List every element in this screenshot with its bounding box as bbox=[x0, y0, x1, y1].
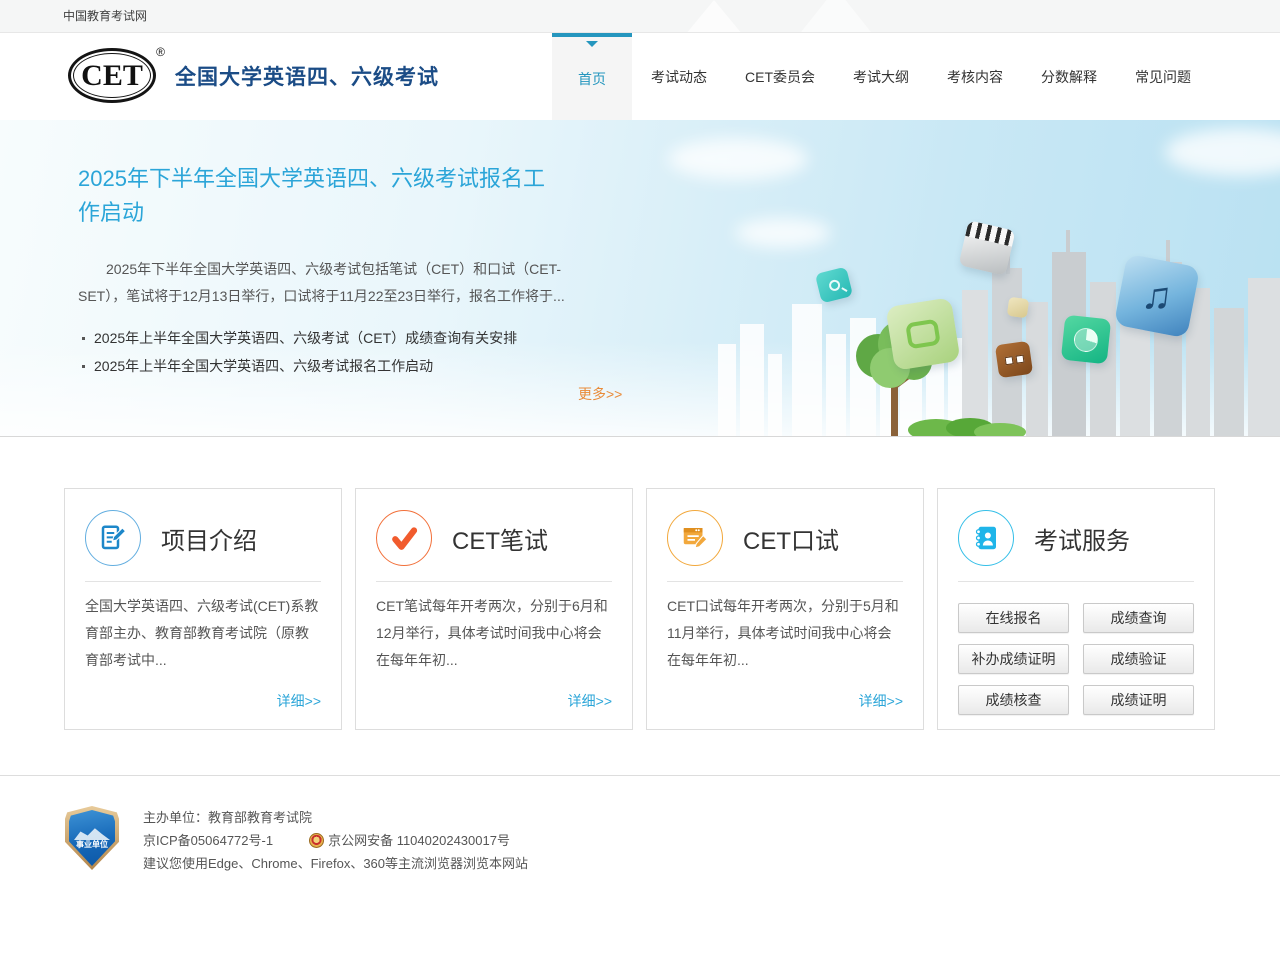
nav-item-exam-outline[interactable]: 考试大纲 bbox=[834, 33, 928, 120]
hero-banner: ♫ 2025年下半年全国大学英语四、六级考试报名工作启动 2025年下半年全国大… bbox=[0, 120, 1280, 437]
brand-home-link[interactable]: CET ® 全国大学英语四、六级考试 bbox=[68, 48, 439, 103]
topbar-site-link[interactable]: 中国教育考试网 bbox=[63, 0, 147, 33]
decor-cube-speech bbox=[885, 297, 960, 371]
cet-logo-text: CET bbox=[81, 59, 143, 93]
cards-section: 项目介绍 全国大学英语四、六级考试(CET)系教育部主办、教育部教育考试院（原教… bbox=[0, 437, 1280, 776]
score-certificate-button[interactable]: 成绩证明 bbox=[1083, 685, 1194, 715]
score-recheck-button[interactable]: 成绩核查 bbox=[958, 685, 1069, 715]
checkmark-icon bbox=[376, 510, 432, 566]
card-project-intro: 项目介绍 全国大学英语四、六级考试(CET)系教育部主办、教育部教育考试院（原教… bbox=[64, 488, 342, 730]
card-exam-services: 考试服务 在线报名 成绩查询 补办成绩证明 成绩验证 成绩核查 成绩证明 bbox=[937, 488, 1215, 730]
card-head: 项目介绍 bbox=[85, 489, 321, 581]
card-title: 项目介绍 bbox=[161, 521, 257, 556]
shield-icon: 事业单位 bbox=[69, 810, 115, 866]
contact-book-icon bbox=[958, 510, 1014, 566]
mountain-watermark-icon bbox=[676, 0, 752, 33]
icp-filing-link[interactable]: 京ICP备05064772号-1 bbox=[143, 829, 273, 852]
detail-link[interactable]: 详细>> bbox=[568, 691, 612, 711]
card-title: 考试服务 bbox=[1034, 521, 1130, 556]
hero-headline-link[interactable]: 2025年下半年全国大学英语四、六级考试报名工作启动 bbox=[78, 162, 556, 230]
pie-chart-icon bbox=[1073, 326, 1099, 352]
footer: 事业单位 主办单位：教育部教育考试院 京ICP备05064772号-1 京公网安… bbox=[0, 776, 1280, 875]
card-cet-oral-test: CET口试 CET口试每年开考两次，分别于5月和11月举行，具体考试时间我中心将… bbox=[646, 488, 924, 730]
decor-cube-grid bbox=[995, 341, 1033, 378]
card-title: CET笔试 bbox=[452, 521, 548, 556]
speech-bubble-icon bbox=[905, 319, 941, 350]
hero-summary: 2025年下半年全国大学英语四、六级考试包括笔试（CET）和口试（CET-SET… bbox=[78, 256, 578, 310]
magnifier-icon bbox=[827, 278, 840, 291]
cloud-decor bbox=[668, 138, 808, 180]
music-note-icon: ♫ bbox=[1139, 272, 1174, 320]
card-text: 全国大学英语四、六级考试(CET)系教育部主办、教育部教育考试院（原教育部考试中… bbox=[85, 593, 321, 674]
card-title: CET口试 bbox=[743, 521, 839, 556]
piano-keys-icon bbox=[965, 220, 1015, 246]
public-institution-badge: 事业单位 bbox=[65, 806, 119, 870]
site-title: 全国大学英语四、六级考试 bbox=[175, 61, 439, 91]
card-text: CET笔试每年开考两次，分别于6月和12月举行，具体考试时间我中心将会在每年年初… bbox=[376, 593, 612, 674]
more-link[interactable]: 更多>> bbox=[578, 384, 622, 404]
cet-logo: CET ® bbox=[68, 48, 156, 103]
footer-text: 主办单位：教育部教育考试院 京ICP备05064772号-1 京公网安备 110… bbox=[143, 806, 528, 875]
news-item[interactable]: 2025年上半年全国大学英语四、六级考试报名工作启动 bbox=[80, 352, 517, 380]
public-security-filing-link[interactable]: 京公网安备 11040202430017号 bbox=[328, 829, 510, 852]
decor-cube-small bbox=[1007, 297, 1029, 319]
nav-item-assessment-content[interactable]: 考核内容 bbox=[928, 33, 1022, 120]
divider bbox=[376, 581, 612, 582]
police-badge-icon bbox=[309, 833, 324, 848]
divider bbox=[667, 581, 903, 582]
nav-item-faq[interactable]: 常见问题 bbox=[1116, 33, 1210, 120]
nav-item-score-explanation[interactable]: 分数解释 bbox=[1022, 33, 1116, 120]
header: CET ® 全国大学英语四、六级考试 首页 考试动态 CET委员会 考试大纲 考… bbox=[0, 33, 1280, 120]
card-cet-written-test: CET笔试 CET笔试每年开考两次，分别于6月和12月举行，具体考试时间我中心将… bbox=[355, 488, 633, 730]
topbar: 中国教育考试网 bbox=[0, 0, 1280, 33]
card-head: CET笔试 bbox=[376, 489, 612, 581]
document-pencil-icon bbox=[85, 510, 141, 566]
score-query-button[interactable]: 成绩查询 bbox=[1083, 603, 1194, 633]
card-head: CET口试 bbox=[667, 489, 903, 581]
service-button-grid: 在线报名 成绩查询 补办成绩证明 成绩验证 成绩核查 成绩证明 bbox=[958, 603, 1194, 715]
grid-icon bbox=[1004, 354, 1024, 365]
divider bbox=[958, 581, 1194, 582]
page: 中国教育考试网 CET ® 全国大学英语四、六级考试 首页 考试动态 CET委员… bbox=[0, 0, 1280, 960]
nav-item-exam-news[interactable]: 考试动态 bbox=[632, 33, 726, 120]
badge-label: 事业单位 bbox=[69, 839, 115, 850]
detail-link[interactable]: 详细>> bbox=[859, 691, 903, 711]
mountain-watermark-icon bbox=[790, 0, 882, 33]
hero-news-list: 2025年上半年全国大学英语四、六级考试（CET）成绩查询有关安排 2025年上… bbox=[80, 324, 517, 380]
cloud-decor bbox=[1165, 128, 1280, 176]
main-nav: 首页 考试动态 CET委员会 考试大纲 考核内容 分数解释 常见问题 bbox=[552, 33, 1210, 120]
divider bbox=[85, 581, 321, 582]
reissue-certificate-button[interactable]: 补办成绩证明 bbox=[958, 644, 1069, 674]
nav-item-cet-committee[interactable]: CET委员会 bbox=[726, 33, 834, 120]
decor-cube-chart bbox=[1061, 315, 1111, 365]
detail-link[interactable]: 详细>> bbox=[277, 691, 321, 711]
card-head: 考试服务 bbox=[958, 489, 1194, 581]
online-registration-button[interactable]: 在线报名 bbox=[958, 603, 1069, 633]
score-verification-button[interactable]: 成绩验证 bbox=[1083, 644, 1194, 674]
registered-mark-icon: ® bbox=[156, 45, 165, 59]
decor-cube-music: ♫ bbox=[1114, 254, 1200, 339]
browser-tip: 建议您使用Edge、Chrome、Firefox、360等主流浏览器浏览本网站 bbox=[143, 852, 528, 875]
card-text: CET口试每年开考两次，分别于5月和11月举行，具体考试时间我中心将会在每年年初… bbox=[667, 593, 903, 674]
nav-item-home[interactable]: 首页 bbox=[552, 33, 632, 120]
news-item[interactable]: 2025年上半年全国大学英语四、六级考试（CET）成绩查询有关安排 bbox=[80, 324, 517, 352]
oral-test-icon bbox=[667, 510, 723, 566]
host-organization: 主办单位：教育部教育考试院 bbox=[143, 806, 528, 829]
